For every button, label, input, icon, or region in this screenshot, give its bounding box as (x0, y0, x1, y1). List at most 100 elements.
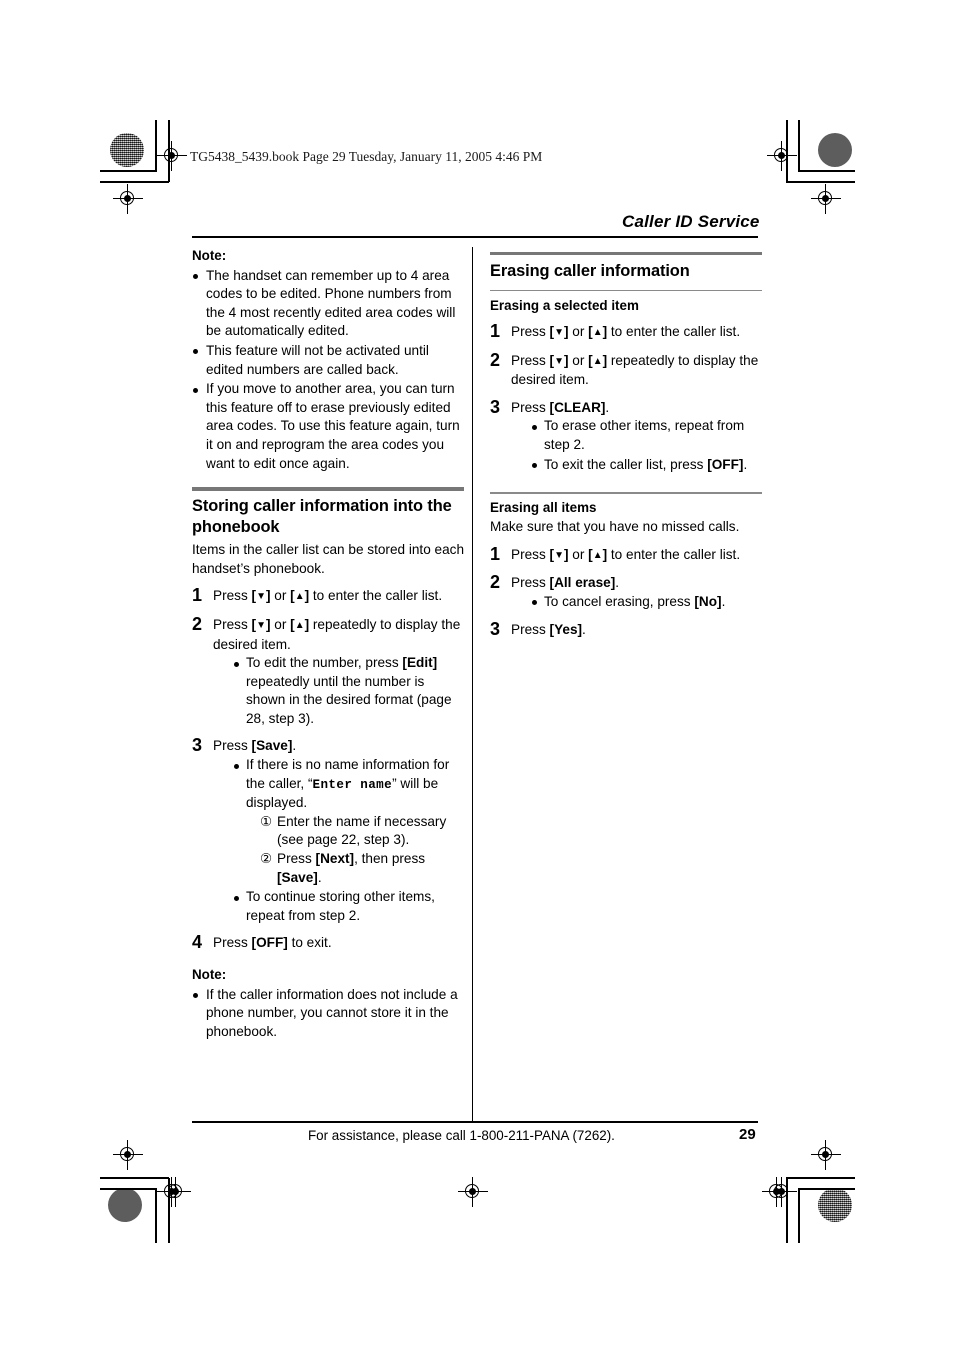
left-column: Note: The handset can remember up to 4 a… (192, 247, 464, 1042)
step-2: 2 Press [All erase]. To cancel erasing, … (490, 572, 762, 611)
erasing-section-rule (490, 252, 762, 256)
right-column: Erasing caller information Erasing a sel… (490, 252, 762, 639)
footer-assistance-text: For assistance, please call 1-800-211-PA… (308, 1128, 615, 1143)
registration-mark-bottom-left-mid (161, 1177, 191, 1207)
crop-mark-bottom-right-h1 (799, 1188, 855, 1190)
step-number: 3 (490, 618, 501, 639)
footer-rule (192, 1121, 758, 1123)
or-word: or (572, 546, 585, 562)
step-number: 2 (490, 572, 501, 593)
key-next: [Next] (315, 851, 355, 867)
step-text: Press [▼] or [▲] to enter the caller lis… (511, 547, 740, 562)
registration-mark-right-lower (811, 1140, 841, 1170)
step-tail: repeatedly to display the desired item. (213, 616, 461, 652)
bullet-lead: To cancel erasing, press (544, 593, 691, 609)
registration-mark-bottom-right-mid (762, 1177, 792, 1207)
step-3-substeps: ① Enter the name if necessary (see page … (260, 813, 464, 887)
selected-item-rule-wrap (490, 285, 762, 297)
note-top-bullet-list: The handset can remember up to 4 area co… (192, 267, 464, 474)
halftone-density-patch-bottom-left (108, 1188, 142, 1222)
step-number: 1 (490, 543, 501, 564)
step-3: 3 Press [Yes]. (490, 618, 762, 640)
note-bottom-bullet-list: If the caller information does not inclu… (192, 986, 464, 1042)
step-number: 1 (192, 585, 203, 606)
key-down-arrow: [▼] (251, 616, 271, 632)
press-word: Press (277, 851, 312, 867)
step-4: 4 Press [OFF] to exit. (192, 932, 464, 953)
step-number: 3 (490, 396, 501, 417)
crop-mark-top-left-h2 (100, 181, 169, 183)
period: . (721, 593, 726, 609)
press-word: Press (511, 324, 546, 339)
erasing-all-items-section: Erasing all items Make sure that you hav… (490, 499, 762, 639)
list-item: To edit the number, press [Edit] repeate… (233, 654, 464, 728)
key-edit: [Edit] (402, 655, 438, 671)
step-1: 1 Press [▼] or [▲] to enter the caller l… (192, 585, 464, 607)
press-word: Press (213, 588, 248, 604)
key-down-arrow: [▼] (549, 352, 569, 368)
press-word: Press (213, 616, 248, 632)
press-word: Press (511, 352, 546, 368)
key-save: [Save] (251, 738, 293, 754)
storing-section: Storing caller information into the phon… (192, 496, 464, 953)
step-text: Press [Yes]. (511, 622, 586, 637)
halftone-density-patch-bottom-right (818, 1188, 852, 1222)
step-text: Press [▼] or [▲] repeatedly to display t… (511, 353, 758, 388)
step-number: 2 (192, 613, 203, 634)
or-word: or (572, 324, 585, 339)
erasing-section-rule-wrap (490, 252, 762, 261)
key-up-arrow: [▲] (588, 352, 608, 368)
bullet-lead: To edit the number, press (246, 655, 399, 671)
list-item: To erase other items, repeat from step 2… (531, 417, 762, 454)
step-text: Press [All erase]. (511, 575, 619, 590)
halftone-density-patch-top-right (818, 133, 852, 167)
step-text: Press [▼] or [▲] repeatedly to display t… (213, 617, 460, 652)
running-head: Caller ID Service (622, 212, 760, 231)
registration-mark-left-lower (113, 1140, 143, 1170)
press-word: Press (213, 738, 248, 754)
step-text: Press [▼] or [▲] to enter the caller lis… (511, 324, 740, 339)
key-up-arrow: [▲] (588, 324, 608, 339)
subheading-erasing-all: Erasing all items (490, 500, 597, 516)
all-items-intro: Make sure that you have no missed calls. (490, 519, 740, 535)
page-number: 29 (739, 1126, 756, 1143)
key-down-arrow: [▼] (549, 546, 569, 562)
list-item: The handset can remember up to 4 area co… (192, 267, 464, 341)
period: . (605, 399, 610, 415)
lcd-display-text: Enter name (312, 777, 393, 792)
page-title-storing: Storing caller information into the phon… (192, 497, 452, 537)
key-up-arrow: [▲] (290, 588, 310, 604)
or-word: or (572, 352, 585, 368)
period: . (292, 738, 297, 754)
registration-mark-left-upper (113, 184, 143, 214)
press-word: Press (511, 575, 546, 591)
crop-mark-top-right-h2 (786, 181, 855, 183)
storing-intro: Items in the caller list can be stored i… (192, 542, 465, 576)
column-divider-rule (472, 247, 474, 1121)
list-item: If there is no name information for the … (233, 756, 464, 887)
press-word: Press (511, 546, 546, 562)
page-title-erasing: Erasing caller information (490, 262, 690, 280)
step-tail: to enter the caller list. (312, 588, 443, 604)
erasing-selected-item-section: Erasing a selected item 1 Press [▼] or [… (490, 297, 762, 474)
press-word: Press (511, 621, 546, 637)
key-down-arrow: [▼] (549, 324, 569, 339)
period: . (582, 621, 586, 637)
all-items-rule (490, 492, 762, 494)
key-clear: [CLEAR] (549, 399, 606, 415)
step-2: 2 Press [▼] or [▲] repeatedly to display… (490, 350, 762, 390)
circled-number-2-icon: ② (260, 851, 273, 867)
storing-steps: 1 Press [▼] or [▲] to enter the caller l… (192, 585, 464, 953)
press-word: Press (213, 935, 248, 951)
step-text: Press [OFF] to exit. (213, 935, 332, 950)
key-up-arrow: [▲] (588, 546, 608, 562)
substep-text: Enter the name if necessary (see page 22… (277, 813, 447, 848)
period: . (317, 869, 322, 885)
mid-text: , then press (354, 851, 426, 867)
list-item: If you move to another area, you can tur… (192, 380, 464, 473)
registration-mark-bottom-center (458, 1177, 488, 1207)
crop-mark-bottom-left-h1 (100, 1188, 156, 1190)
note-block-top: Note: The handset can remember up to 4 a… (192, 247, 464, 473)
